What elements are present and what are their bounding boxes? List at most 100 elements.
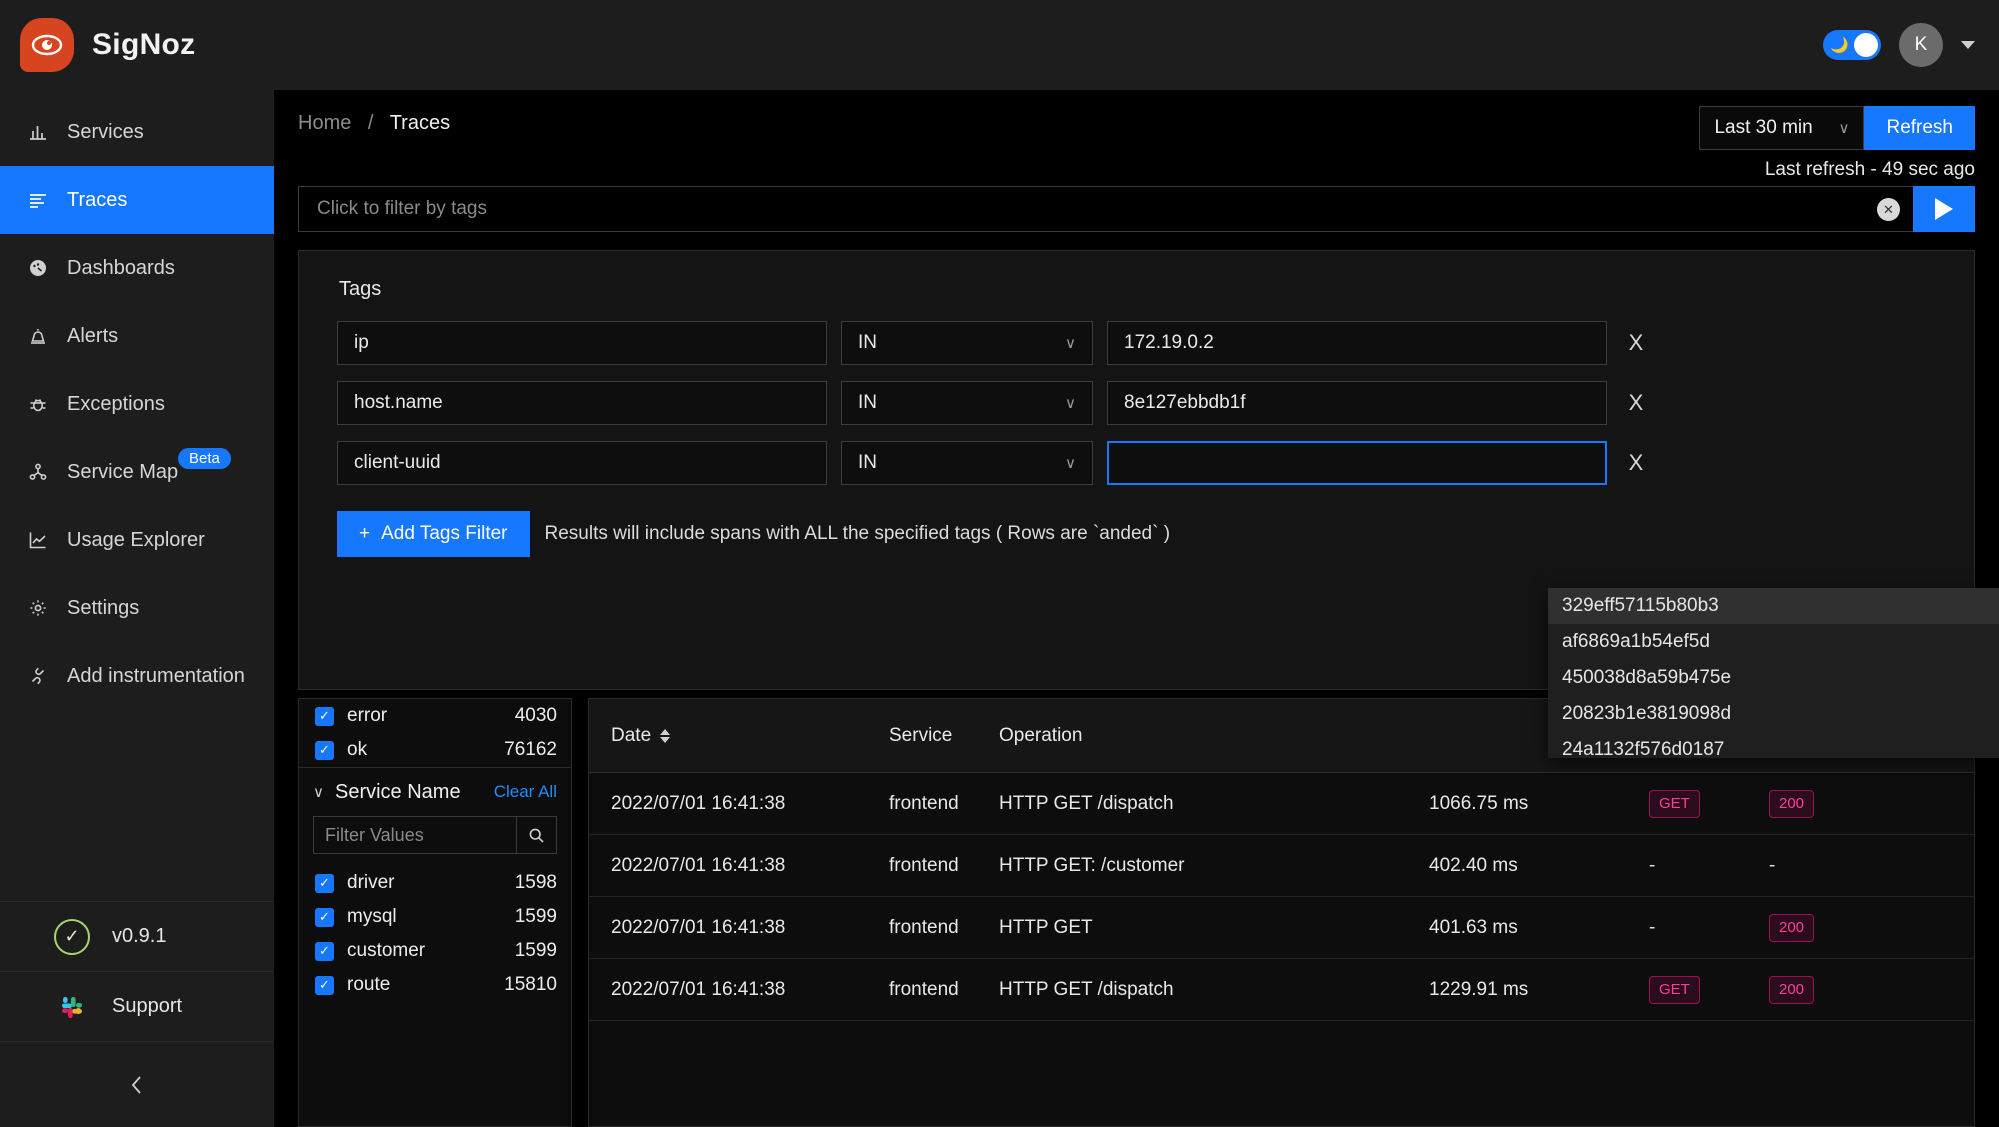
run-search-button[interactable] bbox=[1913, 186, 1975, 232]
method-badge: GET bbox=[1649, 975, 1700, 1004]
suggestion-item[interactable]: 20823b1e3819098d bbox=[1548, 696, 1999, 732]
filter-checkbox-row[interactable]: ✓ route 15810 bbox=[299, 968, 571, 1002]
status-badge: 200 bbox=[1769, 975, 1815, 1004]
table-row[interactable]: 2022/07/01 16:41:38 frontend HTTP GET 40… bbox=[589, 897, 1974, 959]
filter-checkbox-row[interactable]: ✓ error 4030 bbox=[299, 699, 571, 733]
traces-table: Date Service Operation Code 2022/07/01 1… bbox=[588, 698, 1975, 1127]
avatar[interactable]: K bbox=[1899, 23, 1943, 67]
sidebar-item-exceptions[interactable]: Exceptions bbox=[0, 370, 274, 438]
sidebar-item-usage-explorer[interactable]: Usage Explorer bbox=[0, 506, 274, 574]
filter-checkbox-row[interactable]: ✓ ok 76162 bbox=[299, 733, 571, 767]
close-circle-icon[interactable]: ✕ bbox=[1877, 198, 1900, 221]
sort-icon[interactable] bbox=[660, 728, 671, 743]
brand-logo[interactable]: SigNoz bbox=[0, 18, 195, 72]
remove-tag-row-button[interactable]: X bbox=[1621, 330, 1651, 356]
refresh-button[interactable]: Refresh bbox=[1864, 106, 1975, 150]
clear-all-button[interactable]: Clear All bbox=[494, 782, 557, 802]
table-row[interactable]: 2022/07/01 16:41:38 frontend HTTP GET: /… bbox=[589, 835, 1974, 897]
status-filter-section: ✓ error 4030 ✓ ok 76162 bbox=[299, 699, 571, 768]
chevron-down-icon[interactable]: ∨ bbox=[313, 783, 324, 801]
sidebar-item-label: Traces bbox=[67, 188, 128, 211]
checkbox-checked-icon[interactable]: ✓ bbox=[315, 873, 334, 893]
column-header-label: Date bbox=[611, 724, 652, 746]
sidebar-item-dashboards[interactable]: Dashboards bbox=[0, 234, 274, 302]
tag-row: host.name IN ∨ 8e127ebbdb1f X bbox=[337, 381, 1936, 425]
version-row[interactable]: ✓ v0.9.1 bbox=[0, 901, 274, 971]
search-icon[interactable] bbox=[516, 817, 556, 853]
cell-service: frontend bbox=[889, 854, 959, 876]
chevron-down-icon: ∨ bbox=[1838, 120, 1850, 137]
checkbox-checked-icon[interactable]: ✓ bbox=[315, 907, 334, 927]
cell-service: frontend bbox=[889, 978, 959, 1000]
column-header-operation[interactable]: Operation bbox=[999, 725, 1429, 747]
add-tags-filter-button[interactable]: + Add Tags Filter bbox=[337, 511, 530, 557]
cell-duration: 1066.75 ms bbox=[1429, 792, 1529, 814]
support-row[interactable]: Support bbox=[0, 971, 274, 1041]
tag-operator-select[interactable]: IN ∨ bbox=[841, 321, 1093, 365]
sidebar-item-alerts[interactable]: Alerts bbox=[0, 302, 274, 370]
filter-values-input[interactable]: Filter Values bbox=[314, 817, 516, 853]
suggestion-item[interactable]: 329eff57115b80b3 bbox=[1548, 588, 1999, 624]
theme-toggle[interactable]: 🌙 bbox=[1823, 30, 1881, 60]
sidebar-item-settings[interactable]: Settings bbox=[0, 574, 274, 642]
breadcrumb-separator: / bbox=[367, 112, 374, 134]
column-header-service[interactable]: Service bbox=[889, 725, 999, 747]
slack-icon bbox=[54, 989, 90, 1025]
remove-tag-row-button[interactable]: X bbox=[1621, 390, 1651, 416]
tag-operator-select[interactable]: IN ∨ bbox=[841, 381, 1093, 425]
filter-checkbox-row[interactable]: ✓ driver 1598 bbox=[299, 866, 571, 900]
filter-label: customer bbox=[347, 940, 426, 961]
time-range-select[interactable]: Last 30 min ∨ bbox=[1699, 106, 1865, 150]
sidebar-item-service-map[interactable]: Service Map Beta bbox=[0, 438, 274, 506]
cell-status-code: 200 bbox=[1769, 975, 1889, 1004]
cell-date: 2022/07/01 16:41:38 bbox=[611, 916, 786, 938]
suggestion-item[interactable]: 450038d8a59b475e bbox=[1548, 660, 1999, 696]
chevron-down-icon: ∨ bbox=[1065, 455, 1076, 472]
table-row[interactable]: 2022/07/01 16:41:38 frontend HTTP GET /d… bbox=[589, 773, 1974, 835]
breadcrumb-home[interactable]: Home bbox=[298, 112, 351, 134]
tag-rows: ip IN ∨ 172.19.0.2 X host.name IN ∨ 8e12… bbox=[299, 301, 1974, 485]
filter-checkbox-row[interactable]: ✓ customer 1599 bbox=[299, 934, 571, 968]
column-header-date[interactable]: Date bbox=[589, 725, 889, 747]
cell-date: 2022/07/01 16:41:38 bbox=[611, 792, 786, 814]
sidebar-item-add-instrumentation[interactable]: Add instrumentation bbox=[0, 642, 274, 710]
main-content: Home / Traces Last 30 min ∨ Refresh Last… bbox=[274, 90, 1999, 1127]
service-name-title: Service Name bbox=[334, 780, 461, 803]
beta-badge: Beta bbox=[178, 448, 231, 469]
tag-value-input[interactable]: 172.19.0.2 bbox=[1107, 321, 1607, 365]
sidebar-item-label: Usage Explorer bbox=[67, 528, 205, 551]
chevron-down-icon[interactable] bbox=[1961, 41, 1975, 49]
tag-value-input[interactable]: 8e127ebbdb1f bbox=[1107, 381, 1607, 425]
cell-service: frontend bbox=[889, 792, 959, 814]
tag-value-input-focused[interactable] bbox=[1107, 441, 1607, 485]
sidebar-item-traces[interactable]: Traces bbox=[0, 166, 274, 234]
filter-checkbox-row[interactable]: ✓ mysql 1599 bbox=[299, 900, 571, 934]
checkbox-checked-icon[interactable]: ✓ bbox=[315, 740, 334, 760]
suggestion-item[interactable]: af6869a1b54ef5d bbox=[1548, 624, 1999, 660]
sidebar-collapse-button[interactable] bbox=[0, 1041, 274, 1127]
bug-icon bbox=[26, 392, 50, 416]
sidebar-item-services[interactable]: Services bbox=[0, 98, 274, 166]
cell-operation: HTTP GET /dispatch bbox=[999, 978, 1174, 1000]
cell-date: 2022/07/01 16:41:38 bbox=[611, 978, 786, 1000]
checkbox-checked-icon[interactable]: ✓ bbox=[315, 706, 334, 726]
remove-tag-row-button[interactable]: X bbox=[1621, 450, 1651, 476]
tag-operator-select[interactable]: IN ∨ bbox=[841, 441, 1093, 485]
suggestion-item[interactable]: 24a1132f576d0187 bbox=[1548, 732, 1999, 758]
chevron-down-icon: ∨ bbox=[1065, 335, 1076, 352]
cell-operation: HTTP GET bbox=[999, 916, 1093, 938]
checkbox-checked-icon[interactable]: ✓ bbox=[315, 975, 334, 995]
tag-key-input[interactable]: ip bbox=[337, 321, 827, 365]
cell-method: GET bbox=[1649, 975, 1769, 1004]
tag-key-input[interactable]: client-uuid bbox=[337, 441, 827, 485]
share-nodes-icon bbox=[26, 460, 50, 484]
service-name-header[interactable]: ∨ Service Name Clear All bbox=[299, 768, 571, 816]
table-row[interactable]: 2022/07/01 16:41:38 frontend HTTP GET /d… bbox=[589, 959, 1974, 1021]
gear-icon bbox=[26, 596, 50, 620]
search-input[interactable]: Click to filter by tags bbox=[298, 186, 1913, 232]
tag-value-suggestions[interactable]: 329eff57115b80b3 af6869a1b54ef5d 450038d… bbox=[1548, 588, 1999, 758]
checkbox-checked-icon[interactable]: ✓ bbox=[315, 941, 334, 961]
cell-status-code: 200 bbox=[1769, 913, 1889, 942]
tag-key-input[interactable]: host.name bbox=[337, 381, 827, 425]
sidebar-nav: Services Traces Dashboards Alerts Except… bbox=[0, 90, 274, 710]
